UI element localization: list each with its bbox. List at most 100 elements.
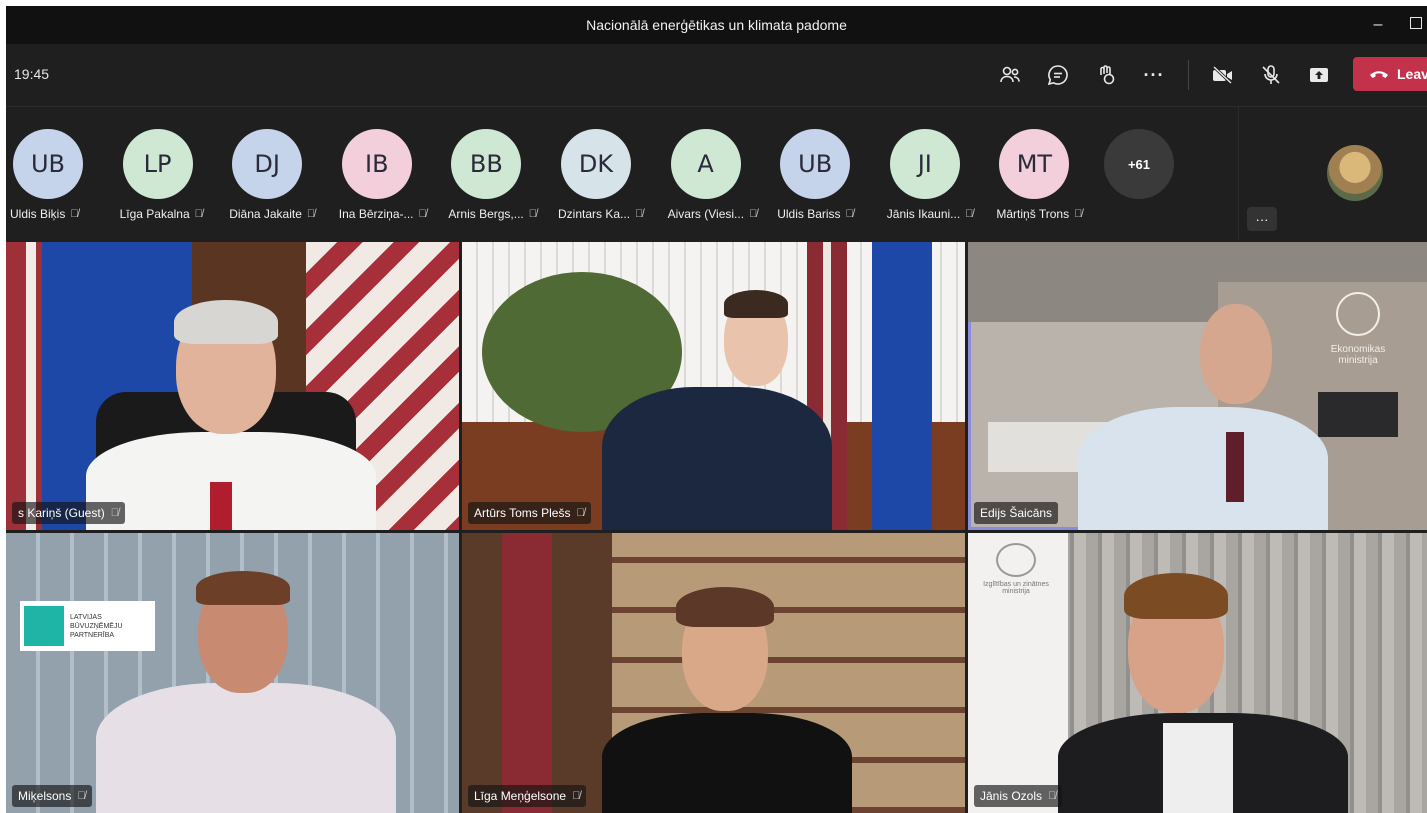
participant-name: s Kariņš (Guest) (18, 506, 105, 520)
participant-name: Artūrs Toms Plešs (474, 506, 571, 520)
ministry-name: Ekonomikas ministrija (1330, 344, 1386, 366)
roster-participant[interactable]: A Aivars (Viesi... 🎙̸ (666, 129, 776, 229)
hang-up-icon (1370, 71, 1388, 78)
person-head (1200, 304, 1272, 404)
share-screen-button[interactable] (1295, 55, 1343, 95)
chat-button[interactable] (1034, 55, 1082, 95)
video-tile[interactable]: Artūrs Toms Plešs 🎙̸ (462, 242, 965, 530)
mic-off-icon: 🎙̸ (749, 208, 758, 220)
mic-off-icon: 🎙̸ (1074, 208, 1083, 220)
participant-name-tag: Artūrs Toms Plešs 🎙̸ (468, 502, 591, 524)
roster-name-row: Arnis Bergs,... 🎙̸ (448, 207, 548, 221)
roster-participant[interactable]: UB Uldis Biķis 🎙̸ (8, 129, 118, 229)
camera-toggle[interactable] (1199, 55, 1247, 95)
avatar: A (670, 129, 741, 199)
participant-name: Miķelsons (18, 789, 72, 803)
hair (196, 571, 290, 605)
video-tile[interactable]: s Kariņš (Guest) 🎙̸ (6, 242, 459, 530)
maximize-icon (1410, 17, 1422, 29)
more-actions-button[interactable]: ··· (1130, 55, 1178, 95)
participant-name: Uldis Bariss (777, 207, 841, 221)
roster-name-row: Līga Pakalna 🎙̸ (120, 207, 220, 221)
title-bar: Nacionālā enerģētikas un klimata padome … (6, 6, 1427, 44)
roster-participant[interactable]: DJ Diāna Jakaite 🎙̸ (227, 129, 337, 229)
toolbar-actions: ··· (986, 44, 1343, 106)
participant-roster: UB Uldis Biķis 🎙̸ LP Līga Pakalna 🎙̸ DJ Diāna J… (6, 107, 1238, 239)
meeting-toolbar: 19:45 ··· Leav (6, 44, 1427, 107)
participant-name-tag: Jānis Ozols 🎙̸ (974, 785, 1063, 807)
avatar: BB (451, 129, 522, 199)
coat-of-arms-icon (996, 543, 1036, 577)
roster-participant[interactable]: IB Ina Bērziņa-... 🎙̸ (337, 129, 447, 229)
person-body (602, 387, 832, 530)
maximize-button[interactable] (1409, 16, 1423, 34)
roster-participant[interactable]: UB Uldis Bariss 🎙̸ (775, 129, 885, 229)
hair (174, 300, 278, 344)
mic-off-icon: 🎙̸ (110, 507, 119, 519)
mic-toggle[interactable] (1247, 55, 1295, 95)
participant-name: Edijs Šaicāns (980, 506, 1053, 520)
avatar: UB (13, 129, 83, 199)
participant-name: Līga Pakalna (119, 207, 190, 221)
video-grid: s Kariņš (Guest) 🎙̸ Artūrs Toms Plešs 🎙̸ (6, 242, 1427, 813)
participant-name-tag: s Kariņš (Guest) 🎙̸ (12, 502, 125, 524)
participant-name: Jānis Ikauni... (886, 207, 961, 221)
roster-name-row: Uldis Bariss 🎙̸ (777, 207, 877, 221)
video-tile[interactable]: Līga Meņģelsone 🎙̸ (462, 533, 965, 813)
participant-name: Aivars (Viesi... (667, 207, 745, 221)
video-tile[interactable]: Izglītības un zinātnes ministrija Jānis … (968, 533, 1427, 813)
people-icon (1000, 66, 1020, 83)
roster-participant[interactable]: MT Mārtiņš Trons 🎙̸ (994, 129, 1104, 229)
participant-name: Mārtiņš Trons (996, 207, 1070, 221)
leave-button[interactable]: Leav (1353, 57, 1427, 91)
roster-participant[interactable]: DK Dzintars Ka... 🎙̸ (556, 129, 666, 229)
person-body (602, 713, 852, 813)
tie (210, 482, 232, 530)
minimize-button[interactable]: – (1371, 16, 1385, 34)
company-logo: LATVIJAS BŪVUZŅĒMĒJU PARTNERĪBA (20, 601, 155, 651)
roster-participant[interactable]: JI Jānis Ikauni... 🎙̸ (885, 129, 995, 229)
participant-name: Līga Meņģelsone (474, 789, 567, 803)
mic-off-icon: 🎙̸ (528, 208, 537, 220)
participant-name-tag: Miķelsons 🎙̸ (12, 785, 92, 807)
mic-off-icon: 🎙̸ (418, 208, 427, 220)
flag-latvia (502, 533, 552, 813)
more-participants-button[interactable]: +61 (1104, 129, 1174, 199)
share-screen-icon (1310, 68, 1328, 82)
reactions-button[interactable] (1082, 55, 1130, 95)
video-tile[interactable]: LATVIJAS BŪVUZŅĒMĒJU PARTNERĪBA Miķelson… (6, 533, 459, 813)
mic-off-icon: 🎙̸ (77, 790, 86, 802)
participant-name: Ina Bērziņa-... (338, 207, 414, 221)
meeting-timer: 19:45 (14, 66, 50, 82)
leave-label: Leav (1397, 66, 1427, 82)
mic-off-icon: 🎙̸ (635, 208, 644, 220)
participant-name: Jānis Ozols (980, 789, 1043, 803)
person-body (1078, 407, 1328, 530)
ministry-logo: Ekonomikas ministrija (1313, 292, 1403, 372)
teams-window: Nacionālā enerģētikas un klimata padome … (6, 6, 1427, 813)
mic-off-icon: 🎙̸ (1048, 790, 1057, 802)
more-icon: ··· (1255, 211, 1269, 227)
roster-participant[interactable]: LP Līga Pakalna 🎙̸ (118, 129, 228, 229)
participant-name: Arnis Bergs,... (448, 207, 524, 221)
mic-off-icon: 🎙̸ (965, 208, 974, 220)
avatar: MT (999, 129, 1070, 199)
avatar: JI (889, 129, 960, 199)
roster-participant[interactable]: BB Arnis Bergs,... 🎙̸ (446, 129, 556, 229)
video-tile-active-speaker[interactable]: Ekonomikas ministrija Edijs Šaicāns (968, 242, 1427, 530)
mic-off-icon: 🎙̸ (194, 208, 203, 220)
participant-name-tag: Līga Meņģelsone 🎙̸ (468, 785, 587, 807)
coat-of-arms-icon (1336, 292, 1380, 336)
roster-name-row: Mārtiņš Trons 🎙̸ (996, 207, 1096, 221)
ministry-name: Izglītības un zinātnes ministrija (983, 581, 1049, 595)
roster-name-row: Diāna Jakaite 🎙̸ (229, 207, 329, 221)
window-controls: – (1371, 6, 1427, 44)
person-body (96, 683, 396, 813)
self-avatar (1327, 145, 1383, 201)
roster-name-row: Aivars (Viesi... 🎙̸ (668, 207, 768, 221)
self-view-more-button[interactable]: ··· (1247, 207, 1277, 231)
people-button[interactable] (986, 55, 1034, 95)
mic-off-icon: 🎙̸ (572, 790, 581, 802)
avatar: UB (780, 129, 851, 199)
window-title: Nacionālā enerģētikas un klimata padome (586, 17, 847, 33)
